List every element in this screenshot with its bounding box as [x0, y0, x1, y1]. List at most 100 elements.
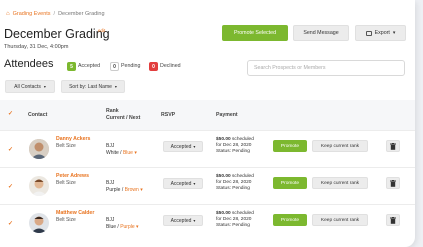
header-payment: Payment: [216, 112, 238, 118]
sort-label: Sort by: Last Name: [69, 83, 112, 90]
payment-state: Status: Pending: [216, 149, 250, 154]
rsvp-dropdown[interactable]: Accepted ▾: [163, 141, 203, 152]
promote-button[interactable]: Promote: [273, 214, 307, 226]
pending-label: Pending: [121, 63, 141, 69]
delete-button[interactable]: [386, 177, 400, 189]
promote-button[interactable]: Promote: [273, 140, 307, 152]
delete-button[interactable]: [386, 214, 400, 226]
payment-amount: $50.00: [216, 174, 231, 179]
payment-info: $50.00 scheduled for Dec 28, 2020 Status…: [216, 174, 254, 192]
event-date: Thursday, 31 Dec, 4:00pm: [4, 44, 69, 50]
header-rsvp: RSVP: [161, 112, 176, 118]
rsvp-label: Accepted: [170, 217, 192, 224]
promote-button[interactable]: Promote: [273, 177, 307, 189]
payment-status: scheduled: [232, 137, 254, 142]
belt-size: Belt Size: [56, 180, 76, 186]
declined-count-badge: 0: [149, 62, 158, 71]
contacts-filter-label: All Contacts: [14, 83, 41, 90]
chevron-down-icon: ▾: [193, 144, 196, 149]
main-panel: ⌂ Grading Events / December Grading Dece…: [0, 0, 415, 247]
trash-icon: [390, 142, 396, 150]
rank-next-label: Blue: [122, 150, 133, 156]
rank-progression: Purple / Brown ▾: [106, 187, 143, 193]
rank-current: Purple /: [106, 187, 124, 193]
breadcrumb-link[interactable]: Grading Events: [13, 11, 51, 17]
delete-button[interactable]: [386, 140, 400, 152]
accepted-count-badge: 5: [67, 62, 76, 71]
table-header: ✓ Contact Rank Current / Next RSVP Payme…: [0, 100, 415, 130]
rank-code: BJJ: [106, 217, 115, 223]
keep-rank-button[interactable]: Keep current rank: [312, 177, 368, 189]
rank-next-label: Brown: [124, 187, 139, 193]
rank-current: Blue /: [106, 224, 119, 230]
edit-link[interactable]: edit: [98, 28, 105, 33]
breadcrumb-current: December Grading: [58, 11, 105, 17]
chevron-down-icon: ▾: [392, 30, 396, 36]
header-rank: Rank: [106, 108, 119, 114]
payment-info: $50.00 scheduled for Dec 28, 2020 Status…: [216, 211, 254, 229]
header-rank-sub: Current / Next: [106, 115, 141, 121]
rank-progression: Blue / Purple ▾: [106, 224, 139, 230]
contact-name[interactable]: Danny Ackers: [56, 136, 90, 142]
attendees-heading: Attendees: [4, 58, 54, 70]
contact-name[interactable]: Matthew Calder: [56, 210, 94, 216]
sort-dropdown[interactable]: Sort by: Last Name ▾: [61, 80, 125, 93]
breadcrumb: ⌂ Grading Events / December Grading: [6, 11, 105, 17]
contact-name[interactable]: Peter Adrews: [56, 173, 89, 179]
rank-current: White /: [106, 150, 122, 156]
rank-next[interactable]: Brown ▾: [125, 187, 143, 193]
row-checkbox[interactable]: ✓: [7, 146, 14, 153]
belt-size: Belt Size: [56, 217, 76, 223]
chevron-down-icon: ▾: [134, 150, 137, 156]
promote-selected-button[interactable]: Promote Selected: [222, 25, 288, 41]
rsvp-label: Accepted: [170, 143, 192, 150]
rank-progression: White / Blue ▾: [106, 150, 137, 156]
home-icon[interactable]: ⌂: [6, 11, 10, 17]
send-message-button[interactable]: Send Message: [293, 25, 349, 41]
table-row: ✓ Matthew Calder Belt Size BJJ Blue / Pu…: [0, 204, 415, 242]
pending-count-badge: 0: [110, 62, 119, 71]
page-title: December Grading: [4, 27, 110, 41]
search-input[interactable]: Search Prospects or Members: [247, 60, 405, 76]
rsvp-label: Accepted: [170, 180, 192, 187]
payment-state: Status: Pending: [216, 223, 250, 228]
contacts-filter-dropdown[interactable]: All Contacts ▾: [5, 80, 55, 93]
declined-label: Declined: [160, 63, 181, 69]
avatar: [29, 213, 49, 233]
table-row: ✓ Peter Adrews Belt Size BJJ Purple / Br…: [0, 167, 415, 204]
avatar: [29, 176, 49, 196]
row-checkbox[interactable]: ✓: [7, 220, 14, 227]
trash-icon: [390, 179, 396, 187]
accepted-label: Accepted: [78, 63, 101, 69]
payment-amount: $50.00: [216, 137, 231, 142]
header-contact: Contact: [28, 112, 48, 118]
export-label: Export: [374, 30, 390, 36]
rank-next-label: Purple: [120, 224, 135, 230]
chevron-down-icon: ▾: [193, 218, 196, 223]
payment-status: scheduled: [232, 174, 254, 179]
keep-rank-button[interactable]: Keep current rank: [312, 140, 368, 152]
rsvp-dropdown[interactable]: Accepted ▾: [163, 215, 203, 226]
breadcrumb-separator: /: [53, 11, 56, 17]
chevron-down-icon: ▾: [43, 84, 46, 89]
rank-next[interactable]: Blue ▾: [123, 150, 137, 156]
payment-amount: $50.00: [216, 211, 231, 216]
belt-size: Belt Size: [56, 143, 76, 149]
payment-status: scheduled: [232, 211, 254, 216]
chevron-down-icon: ▾: [114, 84, 117, 89]
row-checkbox[interactable]: ✓: [7, 183, 14, 190]
chevron-down-icon: ▾: [140, 187, 143, 193]
rank-code: BJJ: [106, 180, 115, 186]
rank-code: BJJ: [106, 143, 115, 149]
rsvp-dropdown[interactable]: Accepted ▾: [163, 178, 203, 189]
export-button[interactable]: Export ▾: [355, 25, 406, 41]
chevron-down-icon: ▾: [193, 181, 196, 186]
keep-rank-button[interactable]: Keep current rank: [312, 214, 368, 226]
avatar: [29, 139, 49, 159]
trash-icon: [390, 216, 396, 224]
payment-info: $50.00 scheduled for Dec 28, 2020 Status…: [216, 137, 254, 155]
chevron-down-icon: ▾: [136, 224, 139, 230]
export-icon: [365, 30, 372, 36]
rank-next[interactable]: Purple ▾: [120, 224, 138, 230]
select-all-checkbox[interactable]: ✓: [7, 110, 14, 117]
